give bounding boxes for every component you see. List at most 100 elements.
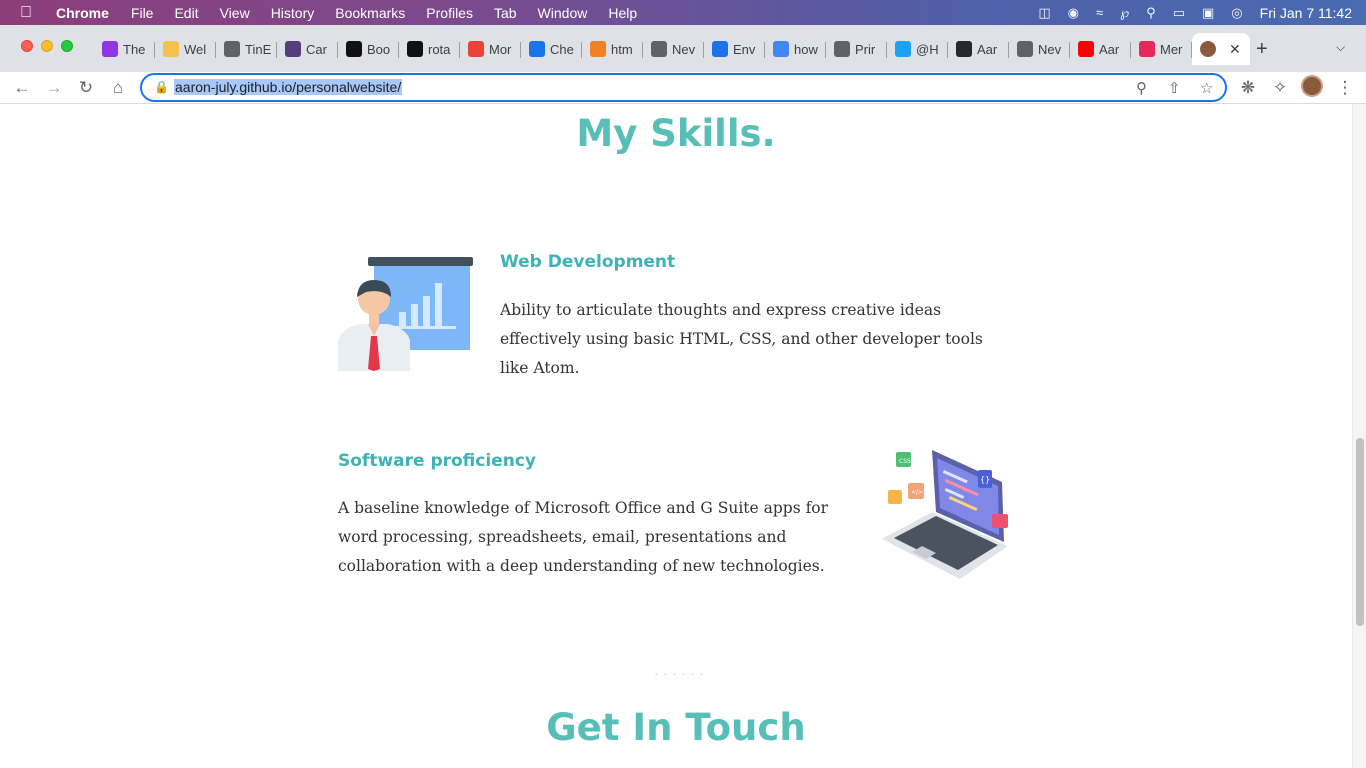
window-close-button[interactable]: [21, 40, 33, 52]
tab-label: rota: [428, 41, 451, 57]
back-button[interactable]: ←: [10, 76, 34, 100]
tab-label: @H: [916, 41, 939, 57]
spotlight-search-icon[interactable]: ⚲: [1146, 5, 1156, 21]
address-bar[interactable]: 🔒 aaron-july.github.io/personalwebsite/ …: [140, 73, 1227, 102]
browser-tab[interactable]: @H: [887, 33, 948, 65]
browser-tab[interactable]: Env: [704, 33, 765, 65]
siri-icon[interactable]: ◎: [1231, 5, 1242, 21]
menu-bookmarks[interactable]: Bookmarks: [335, 5, 405, 21]
tab-favicon-b-icon: [285, 41, 301, 57]
skill-title-software-proficiency: Software proficiency: [338, 451, 536, 471]
browser-tab[interactable]: Nev: [1009, 33, 1070, 65]
section-divider: • • • • • •: [655, 670, 705, 679]
menu-file[interactable]: File: [131, 5, 154, 21]
tab-label: Wel: [184, 41, 207, 57]
scrollbar-thumb[interactable]: [1356, 438, 1364, 626]
browser-tab-active[interactable]: ✕: [1192, 33, 1250, 65]
tab-favicon-multi-icon: [468, 41, 484, 57]
browser-tab[interactable]: Mer: [1131, 33, 1192, 65]
tab-favicon-chrome-icon: [651, 41, 667, 57]
browser-tab[interactable]: Che: [521, 33, 582, 65]
tab-search-chevron-icon[interactable]: ⌵: [1336, 40, 1345, 55]
tab-label: Mor: [489, 41, 512, 57]
browser-tab[interactable]: rota: [399, 33, 460, 65]
browser-tab[interactable]: Wel: [155, 33, 216, 65]
tab-favicon-globe-icon: [224, 41, 240, 57]
reload-button[interactable]: ↻: [74, 76, 98, 100]
browser-tab[interactable]: The: [94, 33, 155, 65]
tab-label: Car: [306, 41, 327, 57]
tab-favicon-c-icon: [346, 41, 362, 57]
presenter-chart-illustration: [338, 257, 473, 371]
svg-text:{}: {}: [980, 475, 990, 484]
browser-tab[interactable]: Prir: [826, 33, 887, 65]
svg-text:</>: </>: [911, 489, 923, 496]
tab-favicon-stack-icon: [590, 41, 606, 57]
browser-tab[interactable]: TinE: [216, 33, 277, 65]
window-zoom-button[interactable]: [61, 40, 73, 52]
tab-favicon-twitter-icon: [895, 41, 911, 57]
tab-label: Prir: [855, 41, 876, 57]
menu-profiles[interactable]: Profiles: [426, 5, 473, 21]
browser-tab[interactable]: Aar: [948, 33, 1009, 65]
extension-bug-icon[interactable]: ❋: [1236, 76, 1260, 100]
menu-window[interactable]: Window: [538, 5, 588, 21]
browser-tab[interactable]: htm: [582, 33, 643, 65]
tab-label: htm: [611, 41, 633, 57]
tab-label: Boo: [367, 41, 391, 57]
menu-edit[interactable]: Edit: [174, 5, 198, 21]
address-url[interactable]: aaron-july.github.io/personalwebsite/: [174, 79, 403, 95]
airdrop-icon[interactable]: ◉: [1068, 5, 1079, 21]
new-tab-button[interactable]: +: [1256, 38, 1268, 61]
tab-favicon-black-icon: [407, 41, 423, 57]
tab-favicon-chrome-icon: [1017, 41, 1033, 57]
browser-tab-strip: The Wel TinE Car Boo rota Mor Che htm Nev Env how Pr…: [0, 25, 1366, 72]
tab-label: Aar: [977, 41, 998, 57]
tab-label: The: [123, 41, 146, 57]
menu-tab[interactable]: Tab: [494, 5, 517, 21]
menu-help[interactable]: Help: [608, 5, 637, 21]
lock-icon[interactable]: 🔒: [154, 80, 169, 94]
page-scrollbar[interactable]: [1352, 104, 1366, 768]
close-tab-icon[interactable]: ✕: [1229, 41, 1241, 58]
bookmark-star-icon[interactable]: ☆: [1200, 79, 1213, 97]
skill-text-software-proficiency: A baseline knowledge of Microsoft Office…: [338, 499, 829, 575]
browser-tab[interactable]: Boo: [338, 33, 399, 65]
browser-tab[interactable]: Nev: [643, 33, 704, 65]
wifi-icon[interactable]: ≈: [1096, 5, 1103, 20]
window-minimize-button[interactable]: [41, 40, 53, 52]
skill-text-web-development: Ability to articulate thoughts and expre…: [500, 301, 983, 377]
forward-button[interactable]: →: [42, 76, 66, 100]
extensions-puzzle-icon[interactable]: ✧: [1268, 76, 1292, 100]
profile-avatar[interactable]: [1301, 75, 1323, 97]
menu-view[interactable]: View: [220, 5, 250, 21]
page-viewport: My Skills. Web Development Ability to ar…: [0, 104, 1352, 768]
browser-tab[interactable]: Mor: [460, 33, 521, 65]
menu-history[interactable]: History: [271, 5, 315, 21]
menu-clock[interactable]: Fri Jan 7 11:42: [1260, 5, 1352, 21]
tab-favicon-google-icon: [773, 41, 789, 57]
skill-title-web-development: Web Development: [500, 252, 676, 272]
tab-favicon-github-icon: [956, 41, 972, 57]
more-menu-icon[interactable]: ⋮: [1333, 76, 1357, 100]
tab-favicon-t-icon: [1139, 41, 1155, 57]
laptop-code-illustration: CSS {} </>: [882, 450, 1008, 579]
zoom-icon[interactable]: ⚲: [1136, 79, 1147, 97]
skills-title: My Skills.: [576, 112, 776, 155]
control-center-icon[interactable]: ▣: [1202, 5, 1214, 21]
apple-icon[interactable]: : [20, 4, 38, 22]
bluetooth-icon[interactable]: ℘: [1120, 5, 1129, 21]
share-icon[interactable]: ⇧: [1168, 79, 1181, 97]
tab-label: Env: [733, 41, 756, 57]
browser-tab[interactable]: Aar: [1070, 33, 1131, 65]
contact-title: Get In Touch: [546, 706, 806, 749]
tab-favicon-avatar-icon: [1200, 41, 1216, 57]
svg-text:CSS: CSS: [899, 458, 911, 465]
browser-tab[interactable]: how: [765, 33, 826, 65]
battery-icon[interactable]: ▭: [1173, 5, 1185, 21]
screen-mirror-icon[interactable]: ◫: [1038, 5, 1050, 21]
macos-menu-bar:  Chrome File Edit View History Bookmark…: [0, 0, 1366, 25]
home-button[interactable]: ⌂: [106, 76, 130, 100]
browser-tab[interactable]: Car: [277, 33, 338, 65]
menu-app-chrome[interactable]: Chrome: [56, 5, 109, 21]
